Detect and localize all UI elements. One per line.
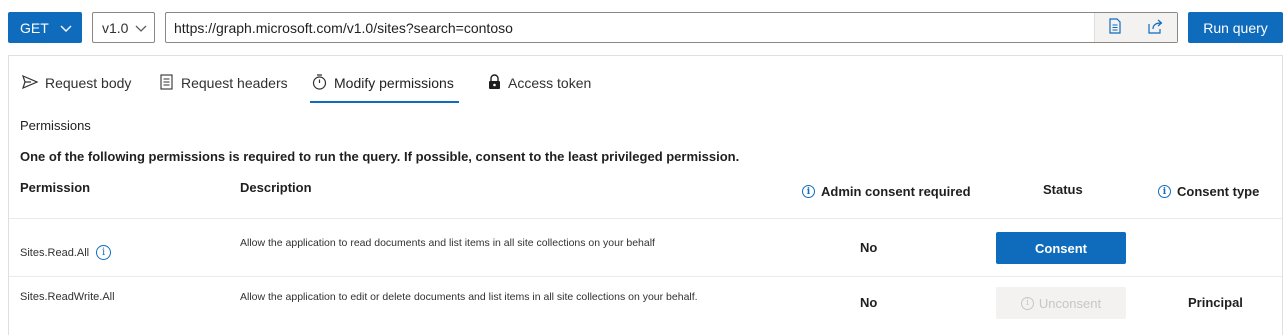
lock-icon [488, 73, 501, 93]
http-method-label: GET [20, 19, 49, 36]
tab-request-headers[interactable]: Request headers [160, 73, 288, 93]
unconsent-label: Unconsent [1038, 295, 1102, 311]
column-header-label: Admin consent required [821, 184, 971, 199]
url-text[interactable]: https://graph.microsoft.com/v1.0/sites?s… [166, 20, 1094, 36]
tab-label: Request headers [181, 75, 288, 91]
run-query-button[interactable]: Run query [1188, 12, 1283, 43]
http-method-dropdown[interactable]: GET [8, 12, 82, 43]
info-icon[interactable]: i [1158, 185, 1171, 198]
column-header-label: Description [240, 180, 312, 195]
info-icon[interactable]: i [802, 185, 815, 198]
info-icon[interactable]: i [96, 245, 112, 260]
permission-description: Allow the application to read documents … [240, 237, 655, 249]
column-header-label: Consent type [1177, 184, 1260, 199]
column-header-description: Description [240, 180, 312, 195]
url-actions [1094, 13, 1177, 42]
send-icon [22, 74, 39, 92]
version-label: v1.0 [102, 19, 129, 36]
active-tab-indicator [310, 101, 459, 103]
url-input[interactable]: https://graph.microsoft.com/v1.0/sites?s… [165, 12, 1178, 43]
consent-button[interactable]: Consent [996, 232, 1126, 264]
permissions-icon [312, 73, 327, 93]
consent-type-value: Principal [1188, 295, 1243, 310]
column-header-permission: Permission [20, 180, 90, 195]
permissions-notice: One of the following permissions is requ… [20, 149, 740, 164]
share-icon[interactable] [1148, 19, 1164, 37]
info-icon: i [1020, 296, 1034, 310]
column-header-admin-consent: i Admin consent required [802, 184, 971, 199]
permission-name: Sites.Read.All [20, 246, 90, 259]
permissions-heading: Permissions [20, 118, 91, 133]
admin-consent-value: No [860, 240, 878, 255]
tab-label: Access token [508, 75, 592, 91]
tab-request-body[interactable]: Request body [22, 73, 131, 93]
tab-access-token[interactable]: Access token [488, 73, 591, 93]
permission-description: Allow the application to edit or delete … [240, 291, 698, 303]
admin-consent-value: No [860, 295, 878, 310]
column-header-status: Status [1043, 182, 1083, 197]
column-header-label: Status [1043, 182, 1083, 197]
tab-modify-permissions[interactable]: Modify permissions [312, 73, 454, 93]
row-divider [9, 276, 1282, 277]
unconsent-button[interactable]: i Unconsent [996, 287, 1126, 319]
version-dropdown[interactable]: v1.0 [92, 12, 155, 43]
headers-icon [160, 73, 174, 93]
column-header-label: Permission [20, 180, 91, 195]
document-icon[interactable] [1108, 18, 1122, 37]
table-row-name: Sites.Read.All i [20, 245, 112, 260]
column-header-consent-type: i Consent type [1158, 184, 1259, 199]
tab-label: Request body [45, 75, 132, 91]
tab-label: Modify permissions [334, 75, 454, 91]
chevron-down-icon [135, 20, 147, 36]
permission-name: Sites.ReadWrite.All [20, 291, 115, 303]
row-divider [9, 218, 1282, 219]
chevron-down-icon [60, 20, 72, 36]
